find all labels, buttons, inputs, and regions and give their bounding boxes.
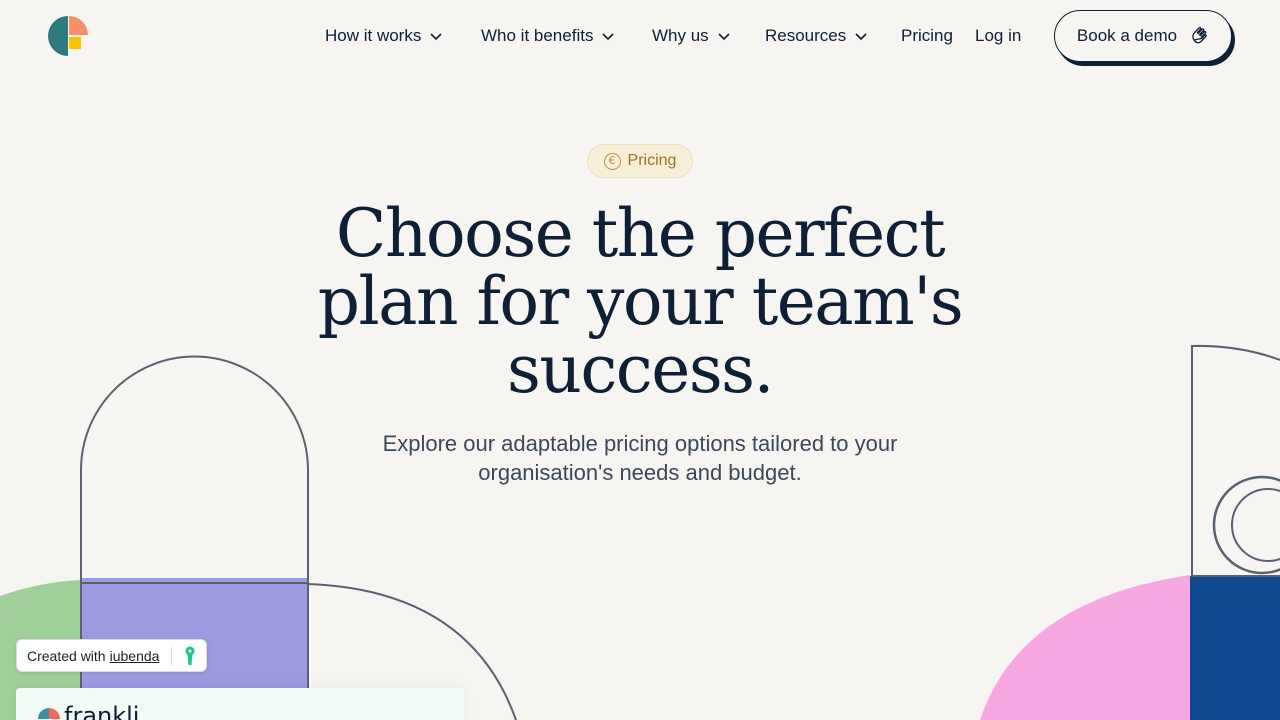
nav-who-it-benefits[interactable]: Who it benefits (481, 24, 615, 48)
iubenda-keyhole-icon (185, 646, 195, 665)
nav-label: Log in (975, 26, 1022, 45)
waving-hand-icon (1192, 26, 1207, 44)
chevron-down-icon (718, 33, 730, 41)
main-nav: How it works Who it benefits Why us Reso… (0, 0, 1280, 72)
nav-label: Why us (652, 26, 709, 45)
ring-outline (1212, 475, 1280, 575)
book-demo-button[interactable]: Book a demo (1054, 10, 1232, 62)
page-title: Choose the perfect plan for your team's … (317, 195, 964, 408)
pricing-card: frankli (16, 688, 464, 720)
book-demo-label: Book a demo (1076, 26, 1178, 45)
nav-how-it-works[interactable]: How it works (325, 24, 443, 48)
divider (171, 647, 172, 666)
nav-why-us[interactable]: Why us (652, 24, 731, 48)
chevron-down-icon (602, 33, 615, 41)
right-outline (1191, 344, 1280, 577)
page-subtitle: Explore our adaptable pricing options ta… (382, 431, 898, 485)
pink-shape (980, 575, 1190, 720)
nav-resources[interactable]: Resources (765, 24, 868, 48)
navy-shape (1190, 576, 1280, 720)
iubenda-prefix: Created with (27, 647, 106, 664)
pricing-badge: € Pricing (587, 144, 693, 178)
brand-logo-small (38, 708, 60, 719)
nav-label: How it works (325, 26, 422, 45)
nav-label: Resources (765, 26, 847, 45)
iubenda-link[interactable]: iubenda (110, 648, 160, 664)
card-brand-name: frankli (64, 702, 140, 720)
euro-icon: € (603, 152, 621, 170)
nav-log-in[interactable]: Log in (975, 24, 1021, 48)
badge-label: Pricing (627, 152, 677, 169)
chevron-down-icon (430, 33, 442, 41)
nav-label: Who it benefits (481, 26, 594, 45)
chevron-down-icon (855, 33, 867, 41)
nav-label: Pricing (901, 26, 953, 45)
iubenda-badge[interactable]: Created with iubenda (16, 639, 207, 672)
nav-pricing[interactable]: Pricing (901, 24, 953, 48)
